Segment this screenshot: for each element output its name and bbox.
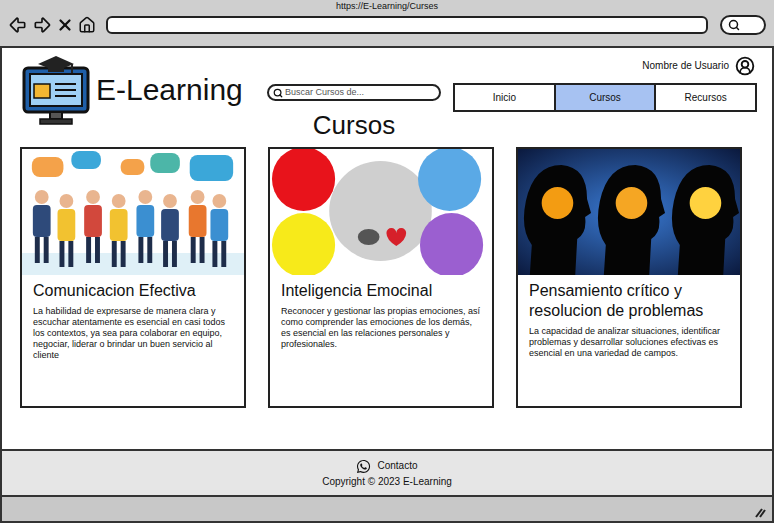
course-image: [518, 149, 740, 275]
course-title: Inteligencia Emocinal: [281, 281, 481, 301]
search-icon: [273, 88, 283, 98]
user-icon: [735, 56, 755, 76]
search-placeholder: Buscar Cursos de...: [285, 87, 364, 98]
course-search[interactable]: Buscar Cursos de...: [267, 84, 441, 101]
course-list: Comunicacion Efectiva La habilidad de exp…: [2, 147, 772, 408]
course-image: [22, 149, 244, 275]
home-icon[interactable]: [78, 16, 96, 34]
nav-tab[interactable]: Inicio: [455, 85, 554, 110]
page-header: E-Learning Buscar Cursos de... Cursos Nombr…: [2, 48, 772, 141]
browser-search-button[interactable]: [720, 15, 766, 35]
status-bar: [0, 497, 774, 523]
resize-grip-icon[interactable]: [754, 506, 766, 518]
course-title: Comunicacion Efectiva: [33, 281, 233, 301]
communication-image-icon: [22, 149, 244, 275]
nav-tab[interactable]: Recursos: [654, 85, 755, 110]
elearning-logo-icon: [20, 54, 92, 126]
user-name: Nombre de Usuario: [642, 59, 729, 73]
browser-url: https://E-Learning/Curses: [8, 0, 766, 12]
copyright: Copyright © 2023 E-Learning: [322, 476, 452, 488]
address-bar[interactable]: [106, 16, 708, 34]
course-card[interactable]: Pensamiento crítico y resolucion de prob…: [516, 147, 742, 408]
course-card[interactable]: Inteligencia Emocinal Reconocer y gestion…: [268, 147, 494, 408]
course-title: Pensamiento crítico y resolucion de prob…: [529, 281, 729, 321]
course-description: La capacidad de analizar situaciones, id…: [529, 326, 729, 359]
critical-thinking-image-icon: [518, 149, 740, 275]
main-nav: InicioCursosRecursos: [453, 83, 757, 112]
browser-window: https://E-Learning/Curses E-Learning Busca…: [0, 0, 774, 523]
course-image: [270, 149, 492, 275]
stop-icon[interactable]: [56, 16, 74, 34]
whatsapp-icon: [356, 459, 371, 474]
nav-tab[interactable]: Cursos: [554, 85, 655, 110]
user-menu[interactable]: Nombre de Usuario: [453, 56, 757, 76]
brand: E-Learning: [20, 48, 266, 126]
brand-name: E-Learning: [96, 72, 243, 108]
search-icon: [728, 19, 740, 31]
course-description: La habilidad de expresarse de manera cla…: [33, 306, 233, 361]
emotional-intelligence-image-icon: [270, 149, 492, 275]
back-icon[interactable]: [8, 15, 28, 35]
footer: Contacto Copyright © 2023 E-Learning: [0, 449, 774, 497]
course-card[interactable]: Comunicacion Efectiva La habilidad de exp…: [20, 147, 246, 408]
contact-link[interactable]: Contacto: [356, 459, 417, 474]
course-description: Reconocer y gestionar las propias emocio…: [281, 306, 481, 350]
browser-toolbar: https://E-Learning/Curses: [0, 0, 774, 48]
forward-icon[interactable]: [32, 15, 52, 35]
page-title: Cursos: [313, 109, 395, 141]
page: E-Learning Buscar Cursos de... Cursos Nombr…: [0, 48, 774, 449]
